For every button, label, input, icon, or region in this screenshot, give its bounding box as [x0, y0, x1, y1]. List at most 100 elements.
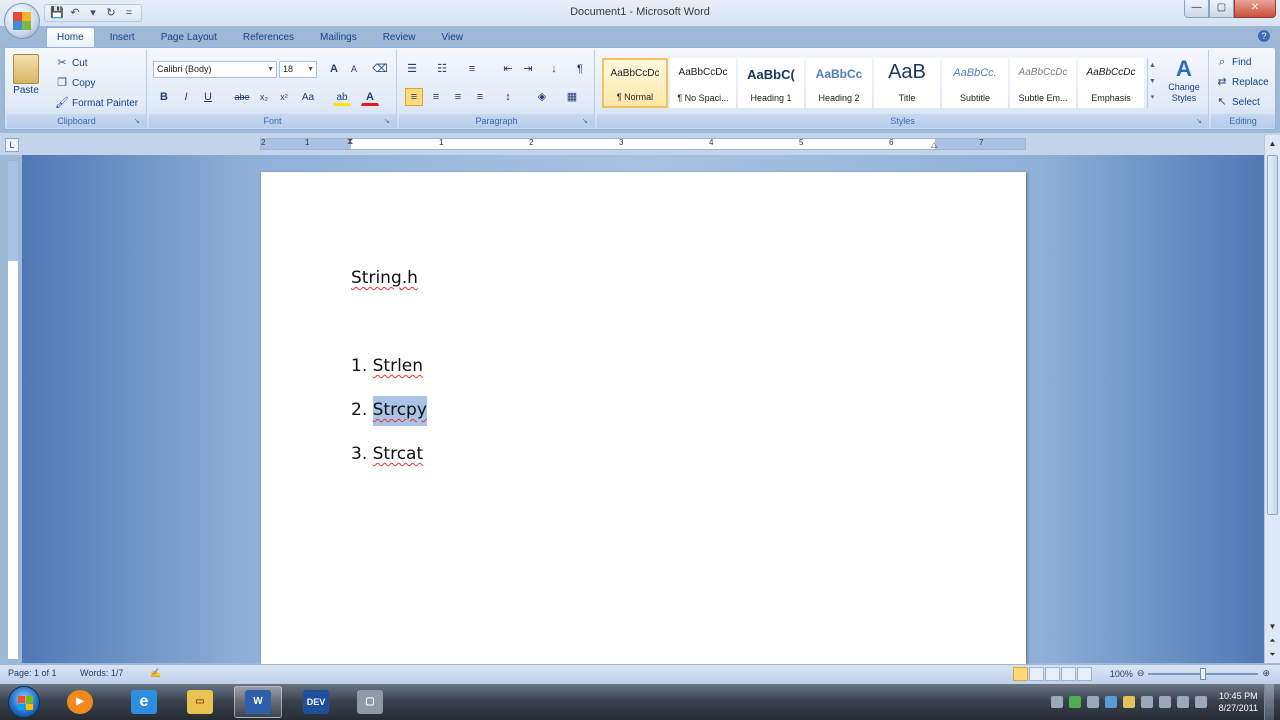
style-emphasis[interactable]: AaBbCcDc Emphasis — [1078, 58, 1144, 108]
tray-icon[interactable] — [1086, 696, 1099, 708]
decrease-indent-button[interactable]: ⇤ — [499, 60, 517, 78]
proofing-icon[interactable]: ✍ — [150, 668, 161, 679]
tab-page-layout[interactable]: Page Layout — [150, 27, 228, 47]
italic-button[interactable]: I — [177, 88, 195, 106]
word-count[interactable]: Words: 1/7 — [80, 668, 123, 678]
zoom-in-icon[interactable]: ⊕ — [1262, 668, 1270, 679]
tab-mailings[interactable]: Mailings — [309, 27, 368, 47]
bold-button[interactable]: B — [155, 88, 173, 106]
styles-launcher-icon[interactable]: ↘ — [1196, 117, 1205, 126]
bullets-button[interactable]: ☰ — [403, 60, 421, 78]
select-button[interactable]: ↖ Select — [1215, 95, 1259, 109]
highlight-button[interactable]: ab — [333, 88, 351, 106]
paragraph-launcher-icon[interactable]: ↘ — [582, 117, 591, 126]
list-item[interactable]: 2. Strcpy — [351, 396, 427, 426]
tray-icon[interactable] — [1050, 696, 1063, 708]
multilevel-list-button[interactable]: ≡ — [463, 60, 481, 78]
tab-selector-button[interactable]: L — [5, 138, 19, 152]
style-subtitle[interactable]: AaBbCc. Subtitle — [942, 58, 1008, 108]
taskbar-window[interactable]: ▢ — [346, 686, 394, 718]
align-left-button[interactable]: ≡ — [405, 88, 423, 106]
tray-icon[interactable] — [1104, 696, 1117, 708]
justify-button[interactable]: ≡ — [471, 88, 489, 106]
cut-button[interactable]: ✂ Cut — [55, 56, 87, 70]
clear-formatting-button[interactable]: ⌫ — [371, 60, 389, 78]
list-item[interactable]: 1. Strlen — [351, 356, 423, 376]
vertical-ruler[interactable] — [7, 160, 19, 660]
increase-indent-button[interactable]: ⇥ — [519, 60, 537, 78]
zoom-level[interactable]: 100% — [1110, 669, 1133, 679]
subscript-button[interactable]: x₂ — [255, 88, 273, 106]
tab-review[interactable]: Review — [372, 27, 427, 47]
next-page-icon[interactable]: ⏷ — [1266, 648, 1279, 661]
line-spacing-button[interactable]: ↕ — [499, 88, 517, 106]
paste-button[interactable]: Paste — [13, 54, 39, 96]
style-heading-1[interactable]: AaBbC( Heading 1 — [738, 58, 804, 108]
minimize-button[interactable]: — — [1184, 0, 1209, 18]
font-launcher-icon[interactable]: ↘ — [384, 117, 393, 126]
shading-button[interactable]: ◈ — [533, 88, 551, 106]
underline-button[interactable]: U — [199, 88, 217, 106]
document-page[interactable]: String.h 1. Strlen 2. Strcpy 3. Strcat — [261, 172, 1026, 664]
previous-page-icon[interactable]: ⏶ — [1266, 634, 1279, 647]
taskbar-dev-cpp[interactable]: DEV — [292, 686, 340, 718]
center-button[interactable]: ≡ — [427, 88, 445, 106]
tab-view[interactable]: View — [431, 27, 475, 47]
clock[interactable]: 10:45 PM 8/27/2011 — [1219, 690, 1258, 714]
taskbar-media-player[interactable]: ▶ — [56, 686, 104, 718]
style-title[interactable]: AaB Title — [874, 58, 940, 108]
outline-view-icon[interactable] — [1061, 667, 1076, 681]
full-screen-view-icon[interactable] — [1029, 667, 1044, 681]
vertical-scrollbar[interactable]: ▲ ▼ ⏶ ⏷ — [1264, 135, 1280, 663]
shrink-font-button[interactable]: A — [345, 60, 363, 78]
document-heading[interactable]: String.h — [351, 268, 418, 288]
font-color-button[interactable]: A — [361, 88, 379, 106]
copy-button[interactable]: ❐ Copy — [55, 76, 95, 90]
horizontal-ruler[interactable]: 2 1 1 2 3 4 5 6 7 ⧗ △ — [260, 136, 1026, 150]
style-normal[interactable]: AaBbCcDc ¶ Normal — [602, 58, 668, 108]
network-icon[interactable] — [1176, 696, 1189, 708]
taskbar-word[interactable]: W — [234, 686, 282, 718]
print-layout-view-icon[interactable] — [1013, 667, 1028, 681]
borders-button[interactable]: ▦ — [563, 88, 581, 106]
grow-font-button[interactable]: A — [325, 60, 343, 78]
tray-icon[interactable] — [1068, 696, 1081, 708]
change-styles-button[interactable]: A Change Styles — [1163, 56, 1205, 104]
tab-insert[interactable]: Insert — [99, 27, 146, 47]
web-layout-view-icon[interactable] — [1045, 667, 1060, 681]
change-case-button[interactable]: Aa — [297, 88, 319, 106]
tray-icon[interactable] — [1158, 696, 1171, 708]
strikethrough-button[interactable]: abe — [231, 88, 253, 106]
superscript-button[interactable]: x² — [275, 88, 293, 106]
tab-home[interactable]: Home — [46, 27, 95, 47]
font-size-field[interactable]: 18 ▼ — [279, 61, 317, 78]
clipboard-launcher-icon[interactable]: ↘ — [134, 117, 143, 126]
page-count[interactable]: Page: 1 of 1 — [8, 668, 57, 678]
draft-view-icon[interactable] — [1077, 667, 1092, 681]
style-heading-2[interactable]: AaBbCc Heading 2 — [806, 58, 872, 108]
scrollbar-thumb[interactable] — [1267, 155, 1278, 515]
help-icon[interactable]: ? — [1258, 30, 1270, 42]
style-subtle-emphasis[interactable]: AaBbCcDc Subtle Em... — [1010, 58, 1076, 108]
sort-button[interactable]: ↓ — [545, 60, 563, 78]
indent-marker-icon[interactable]: ⧗ — [347, 136, 353, 147]
format-painter-button[interactable]: 🖌 Format Painter — [55, 96, 138, 110]
close-button[interactable]: ✕ — [1234, 0, 1276, 18]
office-button[interactable] — [4, 3, 40, 39]
zoom-out-icon[interactable]: ⊖ — [1137, 668, 1145, 679]
taskbar-explorer[interactable]: ▭ — [176, 686, 224, 718]
start-button[interactable] — [8, 686, 40, 718]
show-desktop-button[interactable] — [1264, 684, 1274, 720]
zoom-slider-knob[interactable] — [1200, 667, 1207, 680]
taskbar-internet-explorer[interactable]: e — [120, 686, 168, 718]
find-button[interactable]: ⌕ Find — [1215, 55, 1252, 69]
numbering-button[interactable]: ☷ — [433, 60, 451, 78]
replace-button[interactable]: ⇄ Replace — [1215, 75, 1268, 89]
tray-icon[interactable] — [1122, 696, 1135, 708]
style-no-spacing[interactable]: AaBbCcDc ¶ No Spaci... — [670, 58, 736, 108]
tray-icon[interactable] — [1140, 696, 1153, 708]
volume-icon[interactable] — [1194, 696, 1207, 708]
scroll-up-icon[interactable]: ▲ — [1266, 137, 1279, 150]
align-right-button[interactable]: ≡ — [449, 88, 467, 106]
right-indent-marker-icon[interactable]: △ — [931, 140, 937, 149]
